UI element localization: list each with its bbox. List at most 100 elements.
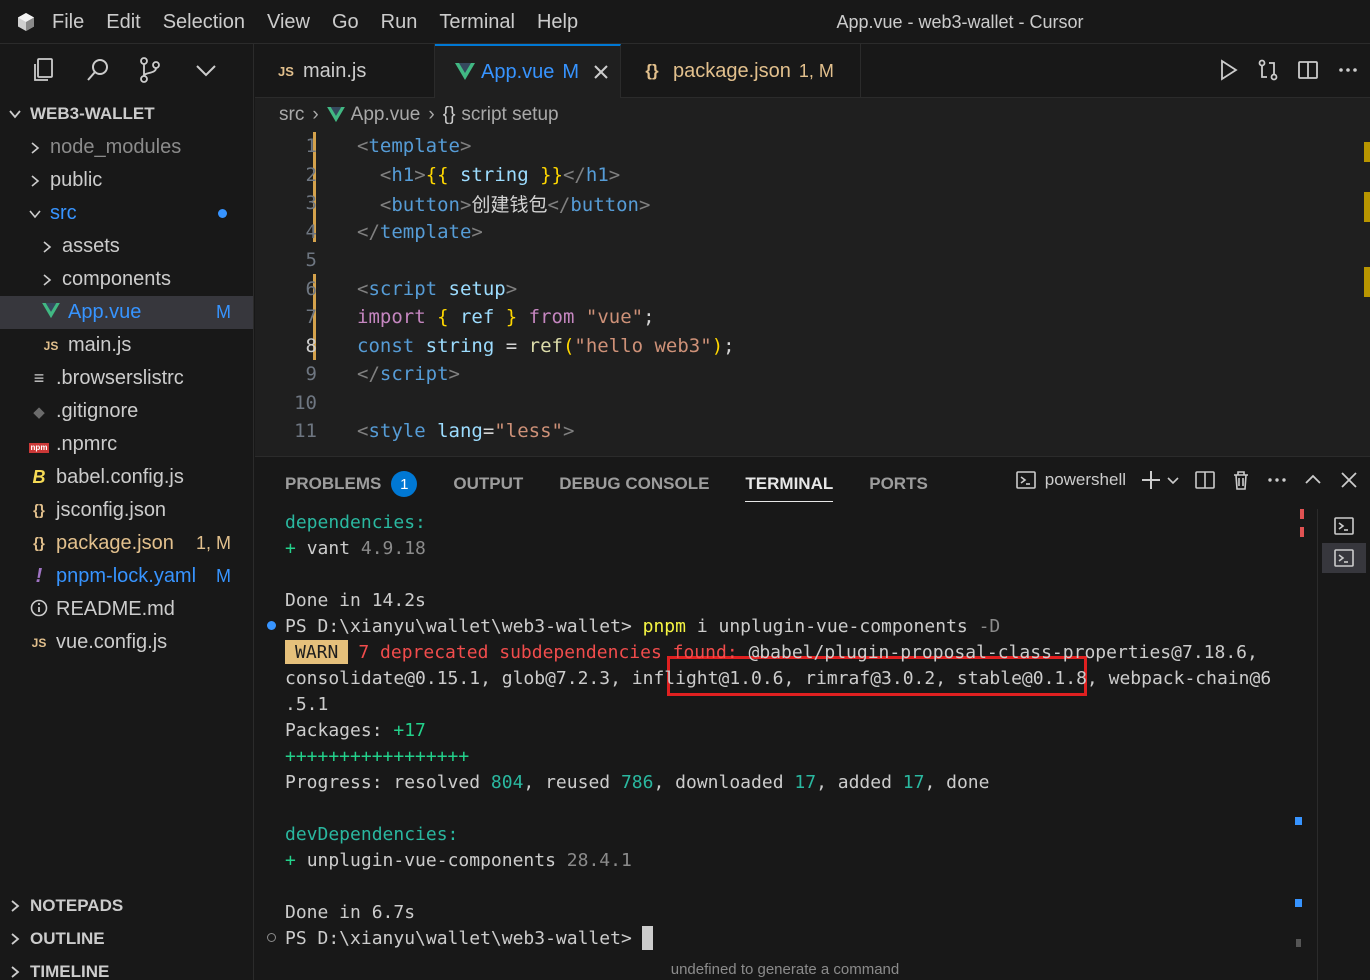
project-root[interactable]: WEB3-WALLET xyxy=(8,104,155,124)
info-file-icon xyxy=(28,599,50,620)
terminal-text: 17 xyxy=(794,771,817,793)
tab-debug-console[interactable]: DEBUG CONSOLE xyxy=(559,474,709,494)
line-number: 1 xyxy=(305,135,317,157)
chevron-right-icon: › xyxy=(312,104,319,125)
split-editor-icon[interactable] xyxy=(1296,58,1320,82)
code-line[interactable]: 9 </script> xyxy=(255,360,1355,388)
trash-icon[interactable] xyxy=(1230,469,1252,491)
maximize-panel-icon[interactable] xyxy=(1302,469,1324,491)
terminal-text: pnpm xyxy=(642,615,686,637)
menu-item-help[interactable]: Help xyxy=(537,11,578,34)
problems-count-badge: 1 xyxy=(391,471,418,497)
menu-item-run[interactable]: Run xyxy=(381,11,418,34)
code-line[interactable]: 4 </template> xyxy=(255,218,1355,246)
tab-package-json[interactable]: {} package.json 1, M xyxy=(621,44,861,98)
chevron-down-icon[interactable] xyxy=(1166,473,1180,487)
tree-item-components[interactable]: components xyxy=(0,263,253,296)
breadcrumb-item[interactable]: src xyxy=(279,104,304,126)
menu-item-go[interactable]: Go xyxy=(332,11,359,34)
code-line[interactable]: 10 xyxy=(255,389,1355,417)
terminal-line: Done in 6.7s xyxy=(285,899,415,925)
tab-output[interactable]: OUTPUT xyxy=(453,474,523,494)
tab-main-js[interactable]: JS main.js xyxy=(255,44,435,98)
code-token: h1 xyxy=(585,163,609,186)
chevron-right-icon xyxy=(11,933,20,945)
tab-ports[interactable]: PORTS xyxy=(869,474,928,494)
terminal-scrollbar[interactable] xyxy=(1295,509,1305,949)
section-timeline[interactable]: TIMELINE xyxy=(8,962,109,980)
terminal-text: 28.4.1 xyxy=(566,849,632,871)
code-line[interactable]: 2 <h1>{{ string }}</h1> xyxy=(255,161,1355,189)
menu-item-view[interactable]: View xyxy=(267,11,310,34)
code-line[interactable]: 8 const string = ref("hello web3"); xyxy=(255,332,1355,360)
tree-item-jsconfig-json[interactable]: {} jsconfig.json xyxy=(0,494,253,527)
run-icon[interactable] xyxy=(1216,58,1240,82)
code-line[interactable]: 6 <script setup> xyxy=(255,275,1355,303)
section-outline[interactable]: OUTLINE xyxy=(8,929,105,949)
tree-item-pnpm-lock-yaml[interactable]: ! pnpm-lock.yaml M xyxy=(0,560,253,593)
code-editor[interactable]: 1 <template> 2 <h1>{{ string }}</h1> 3 <but… xyxy=(255,132,1370,456)
terminal-line: + vant 4.9.18 xyxy=(285,535,426,561)
tree-item-vue-config-js[interactable]: JS vue.config.js xyxy=(0,626,253,659)
code-line[interactable]: 5 xyxy=(255,246,1355,274)
npm-file-icon: npm xyxy=(28,442,50,453)
add-terminal-icon[interactable] xyxy=(1140,469,1162,491)
tree-item-label: babel.config.js xyxy=(56,466,184,488)
tab-label: main.js xyxy=(303,59,367,82)
menu-bar: File Edit Selection View Go Run Terminal Help xyxy=(52,0,600,44)
code-line[interactable]: 1 <template> xyxy=(255,132,1355,160)
terminal-instance-active[interactable] xyxy=(1322,543,1366,573)
line-number: 6 xyxy=(305,277,317,300)
tree-item-app-vue[interactable]: App.vue M xyxy=(0,296,253,329)
tree-item-babel-config-js[interactable]: Bbabel.config.js xyxy=(0,461,253,494)
tab-terminal[interactable]: TERMINAL xyxy=(745,474,833,502)
close-icon[interactable] xyxy=(1338,469,1360,491)
split-terminal-icon[interactable] xyxy=(1194,469,1216,491)
close-icon[interactable] xyxy=(593,64,609,80)
menu-item-selection[interactable]: Selection xyxy=(163,11,245,34)
code-line[interactable]: 3 <button>创建钱包</button> xyxy=(255,189,1355,217)
command-decoration-icon[interactable] xyxy=(267,933,276,942)
terminal-shell-selector[interactable]: powershell xyxy=(1045,470,1126,490)
terminal-instance[interactable] xyxy=(1322,511,1366,541)
tree-item-public[interactable]: public xyxy=(0,164,253,197)
menu-item-edit[interactable]: Edit xyxy=(106,11,140,34)
command-decoration-icon[interactable] xyxy=(267,621,276,630)
code-line[interactable]: 7 import { ref } from "vue"; xyxy=(255,303,1355,331)
tree-item-node-modules[interactable]: node_modules xyxy=(0,131,253,164)
line-number: 8 xyxy=(305,334,317,357)
menu-item-file[interactable]: File xyxy=(52,11,84,34)
terminal-text: devDependencies: xyxy=(285,823,459,845)
tab-label: DEBUG CONSOLE xyxy=(559,474,710,493)
tree-item-package-json[interactable]: {} package.json 1, M xyxy=(0,527,253,560)
compare-changes-icon[interactable] xyxy=(1256,58,1280,82)
code-token: button xyxy=(391,193,460,216)
breadcrumb-item[interactable]: App.vue xyxy=(351,104,421,126)
tree-item-gitignore[interactable]: ◆ .gitignore xyxy=(0,395,253,428)
breadcrumb-item[interactable]: script setup xyxy=(461,104,558,126)
tab-problems[interactable]: PROBLEMS 1 xyxy=(285,471,418,497)
tree-item-npmrc[interactable]: npm .npmrc xyxy=(0,428,253,461)
window-title: App.vue - web3-wallet - Cursor xyxy=(836,12,1084,32)
section-notepads[interactable]: NOTEPADS xyxy=(8,896,123,916)
tree-item-browserslistrc[interactable]: ≡ .browserslistrc xyxy=(0,362,253,395)
menu-item-terminal[interactable]: Terminal xyxy=(439,11,515,34)
search-icon[interactable] xyxy=(84,56,112,84)
tree-item-main-js[interactable]: JS main.js xyxy=(0,329,253,362)
code-line[interactable]: 11 <style lang="less"> xyxy=(255,417,1355,445)
code-token: } xyxy=(505,306,518,328)
more-actions-icon[interactable] xyxy=(1266,469,1288,491)
more-actions-icon[interactable] xyxy=(1336,58,1360,82)
tab-app-vue[interactable]: App.vue M xyxy=(435,44,621,98)
terminal-text: 4.9.18 xyxy=(360,537,426,559)
chevron-right-icon: › xyxy=(428,104,435,125)
tree-item-assets[interactable]: assets xyxy=(0,230,253,263)
tree-item-readme-md[interactable]: README.md xyxy=(0,593,253,626)
source-control-icon[interactable] xyxy=(136,56,164,84)
line-number: 7 xyxy=(305,306,317,328)
files-icon[interactable] xyxy=(30,56,58,84)
tree-item-src[interactable]: src xyxy=(0,197,253,230)
panel-tabs: PROBLEMS 1 OUTPUT DEBUG CONSOLE TERMINAL… xyxy=(285,471,964,502)
code-token: script xyxy=(368,277,438,300)
chevron-down-icon[interactable] xyxy=(192,56,220,84)
